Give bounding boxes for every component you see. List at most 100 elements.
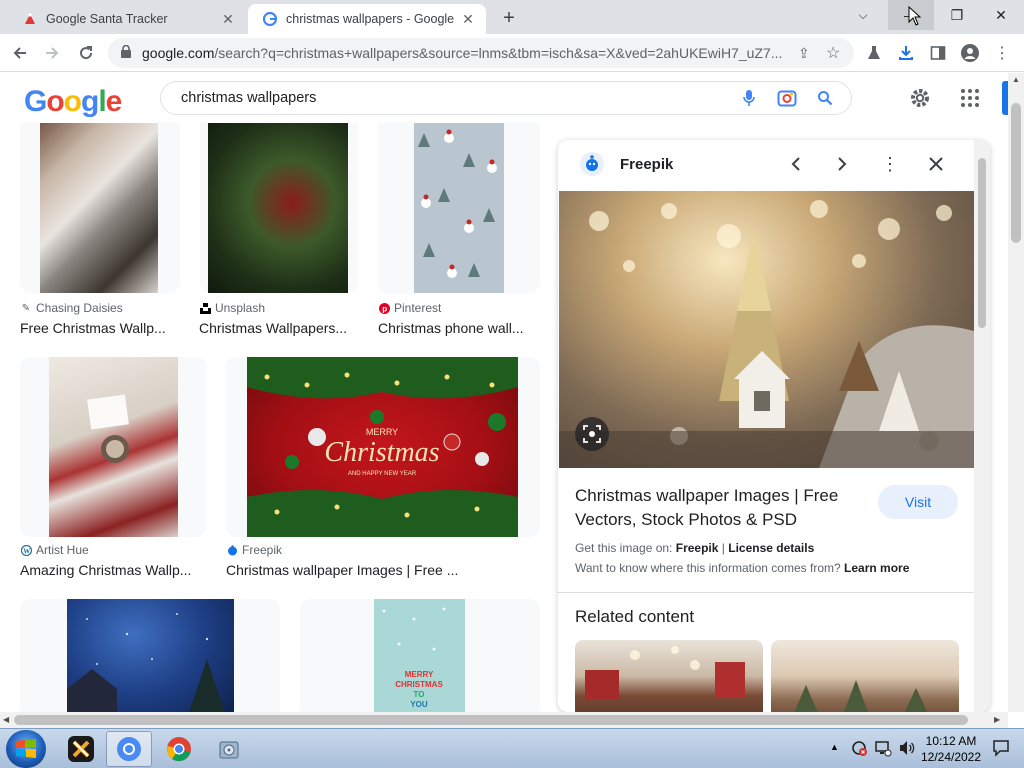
share-icon[interactable]: ⇪ — [798, 45, 810, 62]
result-title[interactable]: Amazing Christmas Wallp... — [20, 562, 196, 578]
chasing-daisies-icon: ✎ — [21, 302, 31, 314]
new-tab-button[interactable]: + — [498, 7, 520, 29]
result-card[interactable]: MERRY CHRISTMAS TO YOU — [300, 599, 540, 712]
result-card[interactable] — [20, 599, 280, 712]
clock-time: 10:12 AM — [925, 734, 977, 748]
start-button[interactable] — [6, 730, 46, 768]
result-card[interactable]: MERRY Christmas AND HAPPY NEW YEAR — [226, 357, 540, 537]
source-name: Freepik — [242, 543, 283, 557]
tab-santa-tracker[interactable]: Google Santa Tracker ✕ — [8, 4, 246, 34]
preview-title[interactable]: Christmas wallpaper Images | Free Vector… — [575, 484, 865, 532]
google-logo[interactable]: Google — [24, 85, 122, 119]
lock-icon[interactable] — [120, 44, 134, 61]
close-window-button[interactable]: ✕ — [978, 0, 1024, 30]
tab-search-chevron-icon[interactable]: ⌵ — [840, 0, 886, 30]
learn-more-link[interactable]: Learn more — [844, 561, 909, 575]
disk-utility-icon — [219, 741, 239, 759]
pinterest-icon: p — [378, 302, 390, 314]
restore-button[interactable]: ❐ — [934, 0, 980, 30]
taskbar-app-x[interactable] — [58, 731, 104, 767]
scroll-right-arrow-icon[interactable]: ▶ — [994, 715, 1000, 724]
preview-image[interactable] — [559, 191, 974, 468]
panel-scrollbar-thumb[interactable] — [978, 158, 986, 328]
image-preview-panel: Freepik ⋮ Christmas wallpaper Images | F… — [558, 140, 990, 712]
labs-flask-icon[interactable] — [864, 43, 884, 63]
taskbar-app-explorer[interactable] — [206, 731, 252, 767]
more-options-icon[interactable]: ⋮ — [878, 152, 902, 176]
search-icon[interactable] — [813, 86, 837, 110]
thumb-merry-text: MERRY — [366, 427, 398, 437]
result-title[interactable]: Free Christmas Wallp... — [20, 320, 170, 336]
scroll-up-arrow-icon[interactable]: ▲ — [1012, 75, 1020, 84]
license-details-link[interactable]: License details — [728, 541, 814, 555]
result-card[interactable] — [20, 123, 180, 293]
tab-christmas-wallpapers[interactable]: christmas wallpapers - Google Se ✕ — [248, 4, 486, 34]
related-thumbnail[interactable] — [575, 640, 763, 712]
page-scrollbar-thumb[interactable] — [1011, 103, 1021, 243]
result-source[interactable]: p Pinterest — [378, 301, 441, 315]
forward-button[interactable] — [38, 39, 66, 67]
url-path: /search?q=christmas+wallpapers&source=ln… — [214, 45, 782, 61]
horizontal-scrollbar-thumb[interactable] — [14, 715, 968, 725]
thumb-christmas-text: Christmas — [324, 437, 439, 468]
show-hidden-icons-icon[interactable]: ▲ — [830, 742, 839, 752]
previous-chevron-icon[interactable] — [784, 152, 808, 176]
result-card[interactable] — [20, 357, 206, 537]
panel-scrollbar[interactable] — [974, 140, 990, 712]
thumb-newyear-text: AND HAPPY NEW YEAR — [348, 471, 417, 477]
result-title[interactable]: Christmas phone wall... — [378, 320, 530, 336]
apps-grid-icon[interactable] — [960, 88, 980, 108]
taskbar-clock[interactable]: 10:12 AM 12/24/2022 — [916, 733, 986, 765]
page-horizontal-scrollbar[interactable]: ◀ ▶ — [0, 712, 1008, 728]
result-source[interactable]: ✎ Chasing Daisies — [20, 301, 123, 315]
lens-camera-icon[interactable] — [775, 86, 799, 110]
get-image-site-link[interactable]: Freepik — [676, 541, 719, 555]
next-chevron-icon[interactable] — [830, 152, 854, 176]
close-icon[interactable]: ✕ — [458, 9, 478, 29]
lens-search-icon[interactable] — [575, 417, 609, 451]
taskbar-app-chrome[interactable] — [156, 731, 202, 767]
page-vertical-scrollbar[interactable]: ▲ — [1008, 73, 1024, 712]
result-thumbnail[interactable] — [40, 123, 158, 293]
search-box[interactable]: christmas wallpapers — [160, 81, 852, 115]
freepik-icon — [226, 544, 238, 556]
scroll-left-arrow-icon[interactable]: ◀ — [3, 715, 9, 724]
related-thumbnail[interactable] — [771, 640, 959, 712]
microphone-icon[interactable] — [737, 86, 761, 110]
result-title[interactable]: Christmas wallpaper Images | Free ... — [226, 562, 466, 578]
result-card[interactable] — [200, 123, 358, 293]
thumb-christmas-small: CHRISTMAS — [395, 680, 443, 689]
notification-icon[interactable] — [992, 739, 1010, 757]
result-thumbnail[interactable]: MERRY Christmas AND HAPPY NEW YEAR — [247, 357, 518, 537]
close-icon[interactable]: ✕ — [218, 9, 238, 29]
result-title[interactable]: Christmas Wallpapers... — [199, 320, 354, 336]
visit-button[interactable]: Visit — [878, 485, 958, 519]
result-source[interactable]: Unsplash — [199, 301, 265, 315]
profile-avatar-icon[interactable] — [960, 43, 980, 63]
close-panel-icon[interactable] — [924, 152, 948, 176]
taskbar-app-chromium[interactable] — [106, 731, 152, 767]
windows-logo-icon — [16, 739, 36, 758]
result-thumbnail[interactable] — [414, 123, 504, 293]
reload-button[interactable] — [72, 39, 100, 67]
result-thumbnail[interactable]: MERRY CHRISTMAS TO YOU — [374, 599, 465, 712]
panel-source-name[interactable]: Freepik — [620, 156, 673, 173]
search-input[interactable]: christmas wallpapers — [181, 90, 737, 106]
result-thumbnail[interactable] — [67, 599, 234, 712]
result-source[interactable]: Freepik — [226, 543, 282, 557]
settings-gear-icon[interactable] — [908, 86, 932, 110]
volume-speaker-icon[interactable] — [898, 739, 916, 757]
unsplash-icon — [199, 302, 211, 314]
side-panel-icon[interactable] — [928, 43, 948, 63]
bookmark-star-icon[interactable]: ☆ — [826, 43, 840, 63]
result-card[interactable] — [378, 123, 540, 293]
menu-kebab-icon[interactable]: ⋮ — [992, 43, 1012, 63]
back-button[interactable] — [6, 39, 34, 67]
result-thumbnail[interactable] — [49, 357, 178, 537]
download-icon[interactable] — [896, 43, 916, 63]
result-thumbnail[interactable] — [208, 123, 348, 293]
network-status-icon[interactable] — [874, 739, 892, 757]
result-source[interactable]: W Artist Hue — [20, 543, 89, 557]
address-bar[interactable]: google.com/search?q=christmas+wallpapers… — [108, 38, 854, 68]
network-sync-icon[interactable] — [850, 739, 868, 757]
